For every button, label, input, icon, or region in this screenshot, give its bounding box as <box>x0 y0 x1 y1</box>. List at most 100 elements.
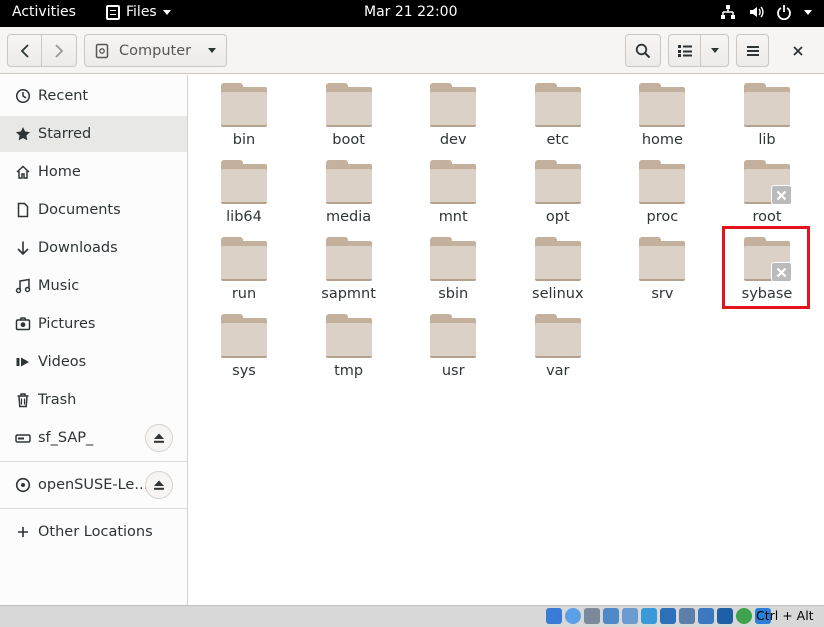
folder-item[interactable]: root <box>717 154 817 230</box>
sidebar-item-label: openSUSE-Le... <box>38 477 149 493</box>
download-icon <box>14 239 32 257</box>
folder-icon <box>221 314 267 360</box>
plus-icon <box>14 523 32 541</box>
hard-disk-icon[interactable] <box>546 608 562 624</box>
sidebar-item-label: Documents <box>38 202 121 218</box>
back-button[interactable] <box>7 34 42 67</box>
folder-item[interactable]: tmp <box>299 308 399 384</box>
folder-item[interactable]: mnt <box>403 154 503 230</box>
sidebar-item-label: Starred <box>38 126 92 142</box>
folder-icon <box>639 160 686 206</box>
folder-name: media <box>326 209 372 225</box>
folder-name: run <box>231 286 257 302</box>
sidebar-item-trash[interactable]: Trash <box>0 382 187 418</box>
folder-item[interactable]: sybase <box>717 231 817 307</box>
folder-item[interactable]: bin <box>194 77 294 153</box>
folder-item[interactable]: selinux <box>508 231 608 307</box>
sidebar-item-sf-sap[interactable]: sf_SAP_ <box>0 420 187 456</box>
eject-icon <box>154 480 164 490</box>
folder-icon <box>325 237 372 283</box>
folder-icon <box>325 160 372 206</box>
sidebar-item-pictures[interactable]: Pictures <box>0 306 187 342</box>
forward-button[interactable] <box>41 34 77 67</box>
clock[interactable]: Mar 21 22:00 <box>364 4 457 20</box>
sidebar-item-home[interactable]: Home <box>0 154 187 190</box>
close-window-button[interactable] <box>786 40 810 62</box>
folder-icon <box>430 314 477 360</box>
cpu-icon[interactable] <box>698 608 714 624</box>
eject-button[interactable] <box>145 471 173 499</box>
chevron-down-icon <box>208 48 216 53</box>
folder-icon <box>221 237 267 283</box>
sidebar-item-music[interactable]: Music <box>0 268 187 304</box>
sidebar-item-label: Trash <box>38 392 77 408</box>
folder-name: lib64 <box>226 209 262 225</box>
sidebar-item-other-locations[interactable]: Other Locations <box>0 514 187 550</box>
folder-item[interactable]: home <box>612 77 712 153</box>
mouse-integration-icon[interactable] <box>736 608 752 624</box>
sidebar-item-recent[interactable]: Recent <box>0 78 187 114</box>
sidebar-item-label: Videos <box>38 354 87 370</box>
folder-name: opt <box>545 209 570 225</box>
sidebar-item-label: Home <box>38 164 81 180</box>
chevron-down-icon <box>804 9 812 15</box>
folder-icon <box>744 83 790 129</box>
folder-item[interactable]: proc <box>612 154 712 230</box>
folder-name: var <box>546 363 570 379</box>
network-adapter-icon[interactable] <box>603 608 619 624</box>
locked-emblem-icon <box>771 262 792 282</box>
main-menu-button[interactable] <box>736 34 769 67</box>
status-area[interactable] <box>720 4 812 20</box>
recording-icon[interactable] <box>679 608 695 624</box>
location-label: Computer <box>119 42 192 59</box>
app-name: Files <box>126 4 157 20</box>
folder-item[interactable]: opt <box>508 154 608 230</box>
virtualization-icon[interactable] <box>717 608 733 624</box>
folder-item[interactable]: sbin <box>403 231 503 307</box>
view-options-button[interactable] <box>700 34 729 67</box>
sidebar-item-documents[interactable]: Documents <box>0 192 187 228</box>
vm-device-icons <box>546 608 771 624</box>
trash-icon <box>14 391 32 409</box>
folder-item[interactable]: lib64 <box>194 154 294 230</box>
optical-drive-icon[interactable] <box>565 608 581 624</box>
document-icon <box>14 201 32 219</box>
sidebar-item-downloads[interactable]: Downloads <box>0 230 187 266</box>
folder-icon <box>325 83 372 129</box>
folder-item[interactable]: dev <box>403 77 503 153</box>
folder-item[interactable]: usr <box>403 308 503 384</box>
folder-item[interactable]: sapmnt <box>299 231 399 307</box>
folder-icon <box>430 160 477 206</box>
list-view-button[interactable] <box>668 34 701 67</box>
folder-name: sys <box>232 363 256 379</box>
folder-item[interactable]: boot <box>299 77 399 153</box>
sidebar-item-label: Music <box>38 278 80 294</box>
usb-icon[interactable] <box>622 608 638 624</box>
search-button[interactable] <box>625 34 661 67</box>
sidebar: Recent Starred Home Documents Downloads … <box>0 75 188 605</box>
folder-item[interactable]: lib <box>717 77 817 153</box>
folder-icon <box>430 83 477 129</box>
folder-item[interactable]: var <box>508 308 608 384</box>
folder-item[interactable]: etc <box>508 77 608 153</box>
location-pathbar-button[interactable]: Computer <box>84 34 227 67</box>
go-back-icon <box>20 43 29 58</box>
folder-item[interactable]: sys <box>194 308 294 384</box>
folder-icon <box>639 237 686 283</box>
folder-item[interactable]: media <box>299 154 399 230</box>
display-icon[interactable] <box>660 608 676 624</box>
sidebar-item-videos[interactable]: Videos <box>0 344 187 380</box>
sidebar-item-starred[interactable]: Starred <box>0 116 187 152</box>
app-menu[interactable]: Files <box>106 4 171 20</box>
folder-name: selinux <box>532 286 584 302</box>
eject-button[interactable] <box>145 424 173 452</box>
audio-icon[interactable] <box>584 608 600 624</box>
star-icon <box>14 125 32 143</box>
camera-icon <box>14 315 32 333</box>
activities-button[interactable]: Activities <box>12 4 76 20</box>
sidebar-item-opensuse[interactable]: openSUSE-Le... <box>0 467 187 503</box>
shared-folder-icon[interactable] <box>641 608 657 624</box>
folder-item[interactable]: srv <box>612 231 712 307</box>
folder-item[interactable]: run <box>194 231 294 307</box>
volume-icon <box>748 4 764 20</box>
